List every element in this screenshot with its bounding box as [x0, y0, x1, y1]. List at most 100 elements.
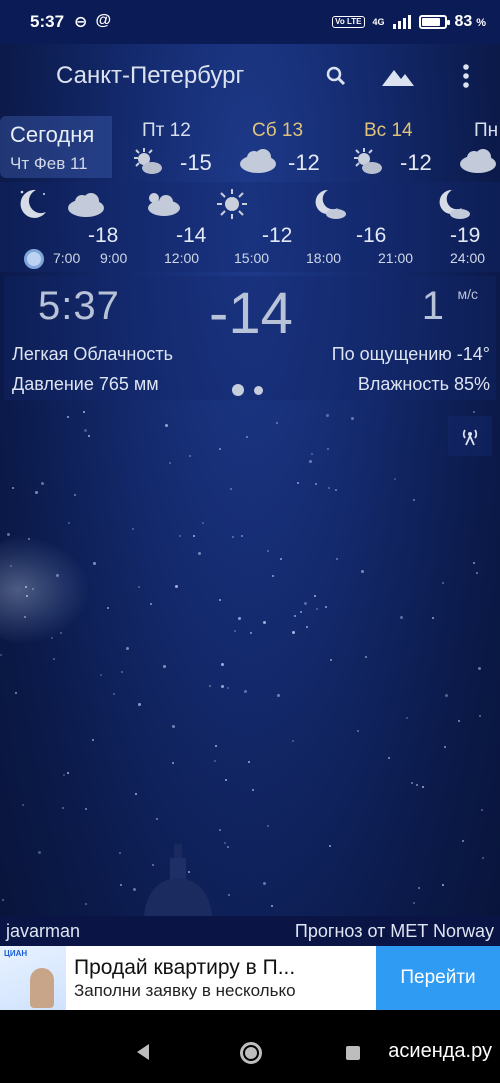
ad-cta-button[interactable]: Перейти: [376, 946, 500, 1010]
back-icon[interactable]: [137, 1044, 149, 1060]
current-conditions-panel[interactable]: 5:37 -14 1 м/с Легкая Облачность По ощущ…: [4, 276, 496, 400]
day-tab-today[interactable]: Сегодня Чт Фев 11: [0, 116, 112, 178]
hourly-time: 9:00: [100, 250, 128, 266]
star: [475, 572, 478, 575]
star: [215, 745, 218, 748]
star: [73, 493, 76, 496]
status-bar: 5:37 ⊖ @ Vo LTE 4G 83 %: [0, 0, 500, 44]
star: [132, 888, 136, 892]
star: [231, 535, 234, 538]
day-tab-sun[interactable]: Вс 14 -12: [350, 118, 460, 178]
star: [267, 549, 270, 552]
star: [63, 774, 66, 777]
status-right: Vo LTE 4G 83 %: [332, 13, 486, 31]
star: [411, 781, 414, 784]
star: [329, 659, 332, 662]
more-vert-icon[interactable]: [448, 58, 484, 94]
day-name: Пт 12: [142, 120, 191, 141]
radar-icon[interactable]: [448, 416, 492, 456]
star: [418, 886, 421, 889]
star: [83, 428, 87, 432]
pressure-text: Давление 765 мм: [12, 374, 159, 394]
star: [126, 647, 130, 651]
day-name: Сб 13: [252, 120, 304, 141]
star: [300, 610, 303, 613]
sun-icon: [217, 189, 247, 219]
star: [308, 459, 312, 463]
star: [14, 691, 17, 694]
star: [310, 453, 313, 456]
star: [12, 487, 15, 490]
hourly-temp: -12: [262, 224, 293, 247]
star: [303, 602, 307, 606]
star: [306, 625, 309, 628]
sun-cloud-icon: [354, 148, 382, 174]
star: [276, 422, 279, 425]
star: [458, 719, 461, 722]
star: [112, 692, 115, 695]
day-tab-sat[interactable]: Сб 13 -12: [238, 118, 348, 178]
sun-cloud-icon: [148, 193, 180, 216]
photo-author[interactable]: javarman: [6, 921, 80, 942]
home-icon[interactable]: [240, 1042, 262, 1064]
star: [246, 436, 249, 439]
hourly-time: 24:00: [450, 250, 486, 266]
current-time-marker: [24, 249, 44, 269]
star: [131, 528, 134, 531]
day-tab-mon[interactable]: Пн: [456, 118, 500, 178]
star: [120, 670, 123, 673]
recents-icon[interactable]: [346, 1046, 360, 1060]
star: [228, 893, 231, 896]
star: [91, 738, 94, 741]
star: [325, 413, 329, 417]
star: [92, 562, 96, 566]
day-name: Вс 14: [364, 120, 413, 141]
star: [461, 840, 464, 843]
search-icon[interactable]: [318, 58, 354, 94]
city-title[interactable]: Санкт-Петербург: [56, 62, 244, 90]
star: [279, 557, 282, 560]
forecast-source[interactable]: Прогноз от MET Norway: [295, 921, 494, 942]
star: [67, 521, 70, 524]
weather-app: 5:37 ⊖ @ Vo LTE 4G 83 % Санкт-Петербург: [0, 0, 500, 1083]
star: [292, 740, 295, 743]
cloud-icon: [460, 149, 496, 173]
system-nav-bar: асиенда.ру: [0, 1010, 500, 1083]
star: [107, 606, 110, 609]
day-tab-fri[interactable]: Пт 12 -15: [130, 118, 240, 178]
landscape-icon[interactable]: [380, 58, 416, 94]
star: [224, 841, 227, 844]
star: [482, 856, 485, 859]
star: [220, 663, 224, 667]
cloud-icon: [68, 193, 104, 217]
star: [35, 490, 39, 494]
star: [134, 793, 137, 796]
star: [334, 488, 337, 491]
hourly-forecast[interactable]: -18 -14 -12 -16 -19 7:00 9:00 12:00 15:0…: [0, 182, 500, 272]
hourly-time: 12:00: [164, 250, 200, 266]
star: [171, 761, 174, 764]
star: [219, 447, 222, 450]
star: [399, 616, 403, 620]
current-temperature: -14: [209, 281, 293, 346]
volte-icon: Vo LTE: [332, 16, 365, 28]
star: [431, 617, 434, 620]
star: [315, 608, 318, 611]
hourly-time: 21:00: [378, 250, 414, 266]
star: [357, 729, 360, 732]
star: [201, 521, 204, 524]
star: [164, 423, 168, 427]
daily-forecast-strip: Сегодня Чт Фев 11 Пт 12 -15 Сб 13 -12 Вс…: [0, 112, 500, 182]
star: [241, 535, 244, 538]
hourly-time: 15:00: [234, 250, 270, 266]
humidity-text: Влажность 85%: [357, 374, 490, 394]
star: [233, 630, 236, 633]
star: [224, 779, 227, 782]
star: [472, 561, 475, 564]
star: [393, 478, 396, 481]
link-icon: ⊖: [74, 14, 88, 31]
ad-banner[interactable]: ЦИАН Продай квартиру в П... Заполни заяв…: [0, 946, 500, 1010]
star: [328, 487, 331, 490]
day-name: Пн: [474, 120, 499, 141]
star: [53, 658, 56, 661]
